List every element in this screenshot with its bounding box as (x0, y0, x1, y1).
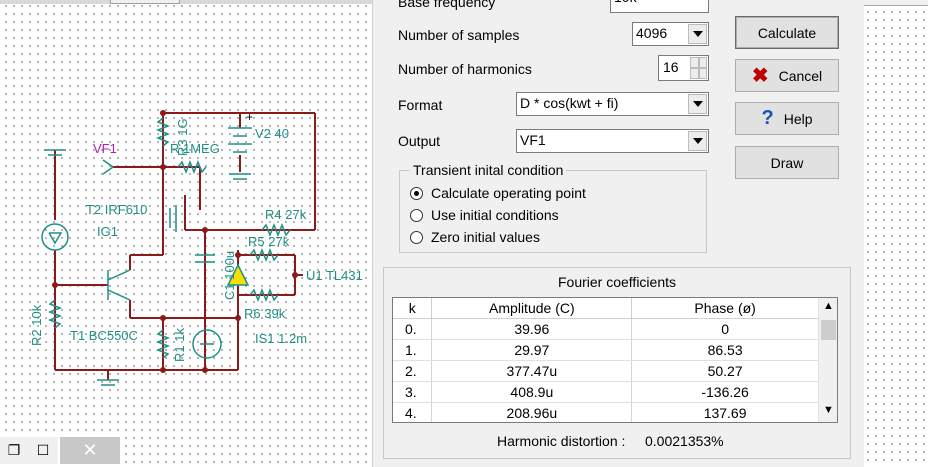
fourier-dialog: Base frequency 10k Number of samples 409… (372, 0, 864, 467)
close-button[interactable]: ✕ (60, 437, 120, 464)
calculate-button[interactable]: Calculate (735, 16, 839, 49)
draw-button[interactable]: Draw (735, 146, 839, 179)
table-row[interactable]: 1. 29.97 86.53 (393, 339, 819, 361)
cell-phase: -136.26 (631, 381, 819, 403)
number-of-harmonics-stepper[interactable]: 16 (658, 55, 709, 81)
label-t1: T1 BC550C (70, 328, 138, 343)
label-r6: R6 39k (244, 306, 286, 321)
cell-k: 4. (393, 402, 433, 422)
format-select[interactable]: D * cos(kwt + fi) (516, 92, 709, 116)
spin-down-icon[interactable] (690, 68, 707, 79)
column-header-amplitude[interactable]: Amplitude (C) (431, 298, 633, 319)
label-r2: R2 10k (29, 304, 44, 346)
cell-phase: 86.53 (631, 339, 819, 361)
cell-amplitude: 208.96u (431, 402, 633, 422)
table-scrollbar[interactable]: ▲ ▼ (818, 298, 837, 422)
number-of-samples-label: Number of samples (398, 27, 520, 43)
label-ig1: IG1 (97, 224, 118, 239)
radio-icon[interactable] (410, 230, 423, 244)
radio-icon[interactable] (410, 186, 423, 200)
cell-amplitude: 408.9u (431, 381, 633, 403)
x-icon: ✖ (751, 65, 769, 87)
label-t2: T2 IRF610 (86, 202, 148, 217)
harmonic-distortion-value: 0.0021353% (645, 433, 724, 449)
radio-icon[interactable] (410, 208, 423, 222)
label-is1: IS1 1.2m (255, 331, 308, 346)
label-u1: U1 TL431 (306, 268, 363, 283)
chevron-down-icon[interactable] (688, 24, 707, 44)
label-c1: C1 100u (222, 250, 237, 300)
chevron-down-icon[interactable]: ▼ (823, 404, 834, 416)
chevron-down-icon[interactable] (688, 94, 707, 114)
transient-initial-condition-group: Transient inital condition Calculate ope… (399, 162, 707, 253)
transient-legend: Transient inital condition (410, 162, 567, 178)
chevron-up-icon[interactable]: ▲ (823, 300, 834, 312)
window-controls: ❐ ☐ ✕ (0, 437, 122, 465)
cell-phase: 137.69 (631, 402, 819, 422)
cell-phase: 50.27 (631, 360, 819, 382)
cancel-button[interactable]: ✖ Cancel (735, 59, 839, 92)
maximize-icon: ☐ (36, 442, 50, 458)
label-r1: R1 1k (172, 328, 187, 362)
svg-text:+: + (246, 110, 253, 124)
right-canvas-strip[interactable] (864, 0, 928, 467)
fourier-coefficients-group: Fourier coefficients k Amplitude (C) Pha… (383, 267, 851, 459)
base-frequency-field[interactable]: 10k (610, 0, 709, 13)
output-select[interactable]: VF1 (516, 129, 709, 153)
schematic-canvas[interactable]: + VF1 R3 1G R 1MEG V2 40 T2 IRF610 IG1 R… (0, 0, 372, 467)
number-of-samples-select[interactable]: 4096 (632, 22, 709, 46)
schematic-wires: + (41, 110, 316, 386)
maximize-button[interactable]: ☐ (28, 437, 58, 464)
label-r5: R5 27k (248, 234, 290, 249)
table-row[interactable]: 4. 208.96u 137.69 (393, 402, 819, 422)
format-label: Format (398, 97, 443, 113)
cell-k: 2. (393, 360, 433, 382)
restore-icon: ❐ (7, 442, 21, 458)
close-icon: ✕ (82, 440, 98, 460)
chevron-down-icon[interactable] (688, 131, 707, 151)
table-row[interactable]: 3. 408.9u -136.26 (393, 381, 819, 403)
radio-calculate-operating-point[interactable]: Calculate operating point (410, 185, 586, 201)
cell-k: 1. (393, 339, 433, 361)
label-v2: V2 40 (255, 126, 289, 141)
cell-phase: 0 (631, 318, 819, 340)
cell-amplitude: 29.97 (431, 339, 633, 361)
cell-amplitude: 377.47u (431, 360, 633, 382)
label-r4: R4 27k (265, 207, 307, 222)
right-toolbar-strip (864, 0, 928, 6)
radio-zero-initial-values[interactable]: Zero initial values (410, 229, 540, 245)
label-r-1meg: R 1MEG (170, 141, 220, 156)
harmonic-distortion-label: Harmonic distortion : (497, 433, 626, 449)
table-row[interactable]: 2. 377.47u 50.27 (393, 360, 819, 382)
number-of-harmonics-label: Number of harmonics (398, 61, 532, 77)
scrollbar-thumb[interactable] (821, 320, 836, 340)
column-header-phase[interactable]: Phase (ø) (631, 298, 819, 319)
radio-use-initial-conditions[interactable]: Use initial conditions (410, 207, 559, 223)
spin-up-icon[interactable] (690, 57, 707, 68)
output-label: Output (398, 133, 441, 149)
cell-k: 0. (393, 318, 433, 340)
label-vf1: VF1 (93, 141, 117, 156)
question-icon: ? (761, 107, 774, 129)
fourier-title: Fourier coefficients (557, 274, 676, 290)
cell-amplitude: 39.96 (431, 318, 633, 340)
cell-k: 3. (393, 381, 433, 403)
table-header-row: k Amplitude (C) Phase (ø) (393, 298, 819, 319)
column-header-k[interactable]: k (393, 298, 433, 319)
fourier-table[interactable]: k Amplitude (C) Phase (ø) 0. 39.96 0 1. … (392, 297, 838, 423)
base-frequency-label: Base frequency (398, 0, 496, 10)
help-button[interactable]: ? Help (735, 102, 839, 135)
restore-button[interactable]: ❐ (0, 437, 28, 464)
table-row[interactable]: 0. 39.96 0 (393, 318, 819, 340)
